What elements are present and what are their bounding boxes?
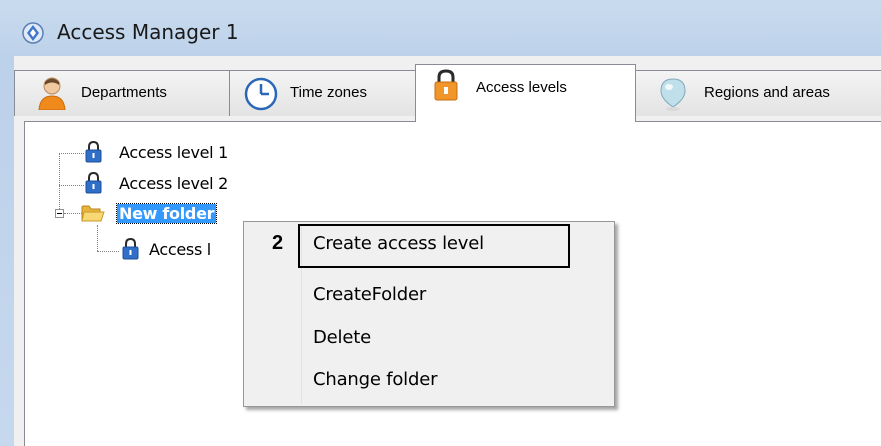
tab-strip: Departments Time zones Access levels Reg… — [14, 64, 881, 122]
tree-connector — [59, 153, 84, 154]
tree-item-new-folder[interactable]: New folder — [81, 202, 218, 224]
callout-highlight — [298, 224, 570, 268]
tree-item-label: Access l — [149, 239, 211, 259]
tab-label: Access levels — [476, 79, 567, 96]
tab-label: Departments — [81, 84, 167, 101]
app-icon — [22, 22, 44, 44]
tree-item-access-level-child[interactable]: Access l — [122, 238, 211, 260]
tab-regions-and-areas[interactable]: Regions and areas — [635, 70, 881, 116]
tree-connector — [59, 154, 60, 209]
tree-connector — [59, 185, 84, 186]
title-bar[interactable]: Access Manager 1 — [0, 0, 881, 58]
collapse-toggle[interactable] — [55, 209, 64, 218]
tree-connector — [97, 251, 119, 252]
lock-icon — [85, 172, 102, 194]
tab-departments[interactable]: Departments — [14, 70, 231, 116]
tree-item-access-level-1[interactable]: Access level 1 — [85, 141, 228, 163]
tree-item-label: New folder — [115, 202, 218, 224]
lock-icon — [85, 141, 102, 163]
window-title: Access Manager 1 — [57, 20, 239, 44]
menu-item-create-folder[interactable]: CreateFolder — [313, 284, 426, 305]
tab-label: Regions and areas — [704, 84, 830, 101]
tree-item-label: Access level 1 — [119, 142, 228, 162]
tree-connector — [97, 225, 98, 251]
clock-icon — [244, 77, 278, 111]
menu-item-delete[interactable]: Delete — [313, 327, 371, 348]
tree-item-label: Access level 2 — [119, 173, 228, 193]
tab-time-zones[interactable]: Time zones — [229, 70, 416, 116]
lock-icon — [434, 69, 458, 101]
callout-number: 2 — [272, 232, 284, 254]
map-pin-icon — [660, 78, 686, 111]
folder-open-icon — [81, 205, 105, 222]
tab-label: Time zones — [290, 84, 367, 101]
tab-access-levels[interactable]: Access levels — [415, 64, 636, 122]
person-icon — [38, 77, 66, 110]
lock-icon — [122, 238, 139, 260]
menu-item-change-folder[interactable]: Change folder — [313, 369, 437, 390]
tree-item-access-level-2[interactable]: Access level 2 — [85, 172, 228, 194]
